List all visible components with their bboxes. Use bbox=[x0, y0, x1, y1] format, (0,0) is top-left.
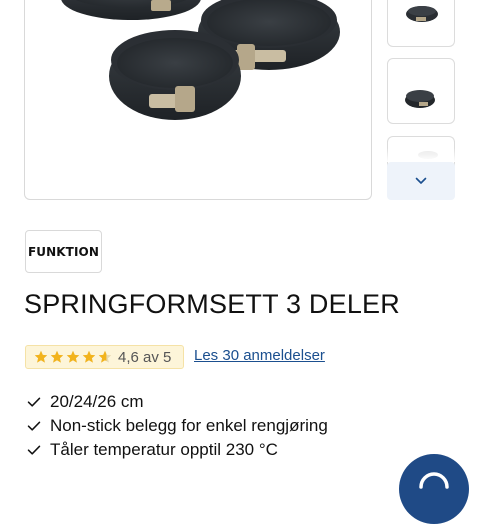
springform-pans-photo bbox=[61, 0, 340, 120]
thumbnail-fade bbox=[386, 148, 456, 162]
check-icon bbox=[27, 397, 41, 407]
star-icon bbox=[98, 350, 112, 363]
thumbnail-next-button[interactable] bbox=[387, 162, 455, 200]
rating-badge[interactable]: 4,6 av 5 bbox=[25, 345, 184, 369]
product-title: SPRINGFORMSETT 3 DELER bbox=[24, 289, 400, 319]
feature-list: 20/24/26 cm Non-stick belegg for enkel r… bbox=[27, 390, 328, 462]
feature-item: 20/24/26 cm bbox=[27, 390, 328, 414]
feature-text: 20/24/26 cm bbox=[50, 392, 144, 411]
gallery-thumbnail[interactable] bbox=[387, 0, 455, 47]
star-icon bbox=[50, 350, 64, 363]
star-icon bbox=[34, 350, 48, 363]
star-icon bbox=[66, 350, 80, 363]
brand-logo[interactable]: FUNKTION bbox=[25, 230, 102, 273]
gallery-thumbnail[interactable] bbox=[387, 58, 455, 124]
reviews-link[interactable]: Les 30 anmeldelser bbox=[194, 347, 325, 364]
chat-button[interactable] bbox=[399, 454, 469, 524]
chevron-down-icon bbox=[415, 177, 427, 184]
star-icon bbox=[82, 350, 96, 363]
chat-icon bbox=[419, 472, 449, 489]
pan-thumbnail-image bbox=[406, 6, 438, 22]
brand-logo-text: FUNKTION bbox=[28, 244, 99, 259]
check-icon bbox=[27, 445, 41, 455]
feature-item: Tåler temperatur opptil 230 °C bbox=[27, 438, 328, 462]
rating-stars bbox=[34, 350, 114, 364]
product-main-image[interactable] bbox=[24, 0, 372, 200]
feature-text: Non-stick belegg for enkel rengjøring bbox=[50, 416, 328, 435]
check-icon bbox=[27, 421, 41, 431]
rating-text: 4,6 av 5 bbox=[118, 348, 172, 366]
pan-thumbnail-image bbox=[405, 90, 435, 108]
feature-text: Tåler temperatur opptil 230 °C bbox=[50, 440, 278, 459]
feature-item: Non-stick belegg for enkel rengjøring bbox=[27, 414, 328, 438]
